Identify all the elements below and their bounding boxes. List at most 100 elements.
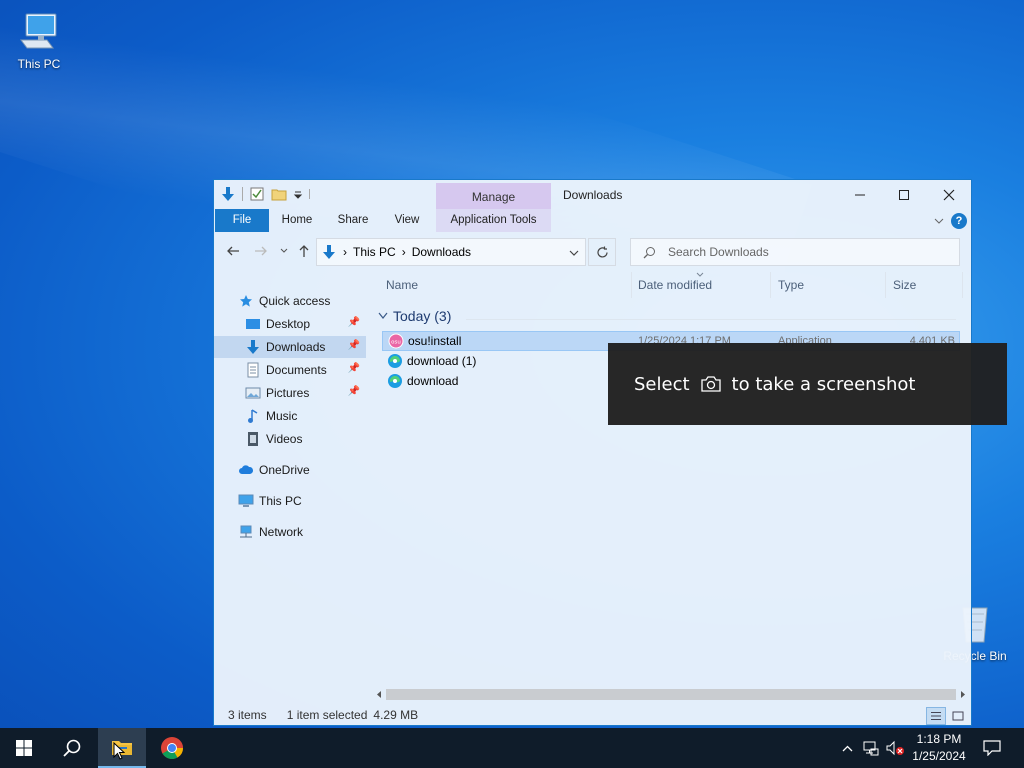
column-header-date-modified[interactable]: Date modified (638, 278, 712, 292)
large-icons-view-icon (952, 711, 964, 721)
videos-folder-icon (245, 431, 261, 447)
address-bar-row: › This PC › Downloads Search Downloads (214, 236, 971, 268)
file-name: download (1) (407, 354, 477, 368)
scrollbar-thumb[interactable] (386, 689, 956, 700)
column-header-type[interactable]: Type (778, 278, 804, 292)
new-folder-icon[interactable] (271, 186, 287, 202)
column-divider (631, 272, 632, 298)
start-button[interactable] (0, 728, 48, 768)
search-icon (643, 246, 655, 258)
address-bar[interactable]: › This PC › Downloads (316, 238, 586, 266)
scroll-right-icon[interactable] (960, 690, 966, 699)
window-title: Downloads (563, 188, 623, 202)
refresh-button[interactable] (588, 238, 616, 266)
chrome-taskbar-button[interactable] (148, 728, 196, 768)
manage-context-tab[interactable]: Manage (436, 183, 551, 209)
action-center-button[interactable] (978, 728, 1006, 768)
status-bar: 3 items 1 item selected 4.29 MB (214, 704, 971, 726)
ribbon-tabs: File Home Share View Application Tools ? (214, 209, 971, 232)
edge-document-icon (388, 374, 402, 388)
help-button[interactable]: ? (951, 213, 967, 229)
column-header-size[interactable]: Size (893, 278, 916, 292)
tab-share[interactable]: Share (332, 209, 374, 232)
group-header-today[interactable]: Today (3) (378, 308, 451, 324)
title-bar[interactable]: Manage Downloads (214, 180, 971, 209)
downloads-arrow-icon[interactable] (220, 186, 236, 202)
forward-arrow-icon[interactable] (254, 244, 268, 258)
nav-label: Music (266, 409, 298, 423)
search-button[interactable] (48, 728, 96, 768)
nav-label: Desktop (266, 317, 311, 331)
tooltip-text-before: Select (634, 373, 690, 395)
details-view-icon (931, 712, 941, 720)
nav-item-documents[interactable]: Documents 📌 (214, 359, 366, 381)
mouse-cursor-icon (113, 742, 125, 760)
chevron-up-icon (842, 745, 852, 751)
nav-onedrive[interactable]: OneDrive (214, 459, 366, 481)
nav-item-pictures[interactable]: Pictures 📌 (214, 382, 366, 404)
network-tray-button[interactable] (860, 728, 882, 768)
desktop-icon-this-pc[interactable]: This PC (1, 10, 77, 71)
customize-toolbar-dropdown-icon[interactable] (293, 186, 303, 202)
edge-document-icon (388, 354, 402, 368)
sort-chevron-icon (696, 272, 704, 277)
clock[interactable]: 1:18 PM 1/25/2024 (902, 731, 976, 765)
maximize-icon (899, 189, 909, 200)
documents-folder-icon (245, 362, 261, 378)
nav-label: Videos (266, 432, 303, 446)
show-hidden-icons-button[interactable] (838, 728, 856, 768)
nav-this-pc[interactable]: This PC (214, 490, 366, 512)
maximize-button[interactable] (882, 180, 926, 209)
file-explorer-taskbar-button[interactable] (98, 728, 146, 768)
nav-quick-access[interactable]: Quick access (214, 290, 366, 312)
nav-network[interactable]: Network (214, 521, 366, 543)
nav-item-music[interactable]: Music (214, 405, 366, 427)
network-icon (863, 741, 879, 756)
details-view-button[interactable] (926, 707, 946, 725)
quick-access-toolbar (220, 186, 310, 202)
minimize-button[interactable] (838, 180, 882, 209)
tab-view[interactable]: View (388, 209, 426, 232)
close-button[interactable] (927, 180, 971, 209)
properties-icon[interactable] (249, 186, 265, 202)
refresh-icon (596, 246, 608, 258)
nav-label: Quick access (259, 294, 331, 308)
file-list: Name Date modified Type Size Today (3) o… (374, 268, 971, 688)
pin-icon[interactable]: 📌 (348, 317, 360, 328)
search-placeholder: Search Downloads (668, 245, 769, 259)
search-box[interactable]: Search Downloads (630, 238, 960, 266)
column-header-name[interactable]: Name (386, 278, 418, 292)
scroll-left-icon[interactable] (376, 690, 382, 699)
nav-item-downloads[interactable]: Downloads 📌 (214, 336, 366, 358)
back-arrow-icon[interactable] (226, 244, 240, 258)
recent-locations-icon[interactable] (280, 248, 288, 254)
this-pc-icon (20, 13, 57, 49)
breadcrumb-downloads[interactable]: Downloads (412, 245, 471, 259)
nav-label: Pictures (266, 386, 310, 400)
large-icons-view-button[interactable] (948, 707, 968, 725)
desktop-folder-icon (245, 316, 261, 332)
address-dropdown-icon[interactable] (569, 250, 579, 257)
nav-label: OneDrive (259, 463, 310, 477)
tab-file[interactable]: File (215, 209, 269, 232)
desktop-icon-label: This PC (17, 57, 61, 71)
taskbar: 1:18 PM 1/25/2024 (0, 728, 1024, 768)
pin-icon[interactable]: 📌 (348, 386, 360, 397)
horizontal-scrollbar[interactable] (374, 687, 970, 702)
up-arrow-icon[interactable] (297, 244, 311, 258)
expand-ribbon-icon[interactable] (934, 217, 944, 225)
breadcrumb-this-pc[interactable]: This PC (353, 245, 396, 259)
chrome-icon (161, 737, 183, 759)
column-divider (962, 272, 963, 298)
divider (309, 189, 310, 199)
selection-size: 4.29 MB (373, 708, 419, 722)
tab-home[interactable]: Home (274, 209, 320, 232)
onedrive-cloud-icon (238, 462, 254, 478)
pin-icon[interactable]: 📌 (348, 363, 360, 374)
nav-item-videos[interactable]: Videos (214, 428, 366, 450)
nav-item-desktop[interactable]: Desktop 📌 (214, 313, 366, 335)
pin-icon[interactable]: 📌 (348, 340, 360, 351)
group-label: Today (3) (393, 308, 452, 324)
tab-application-tools[interactable]: Application Tools (436, 209, 551, 232)
pictures-folder-icon (245, 385, 261, 401)
